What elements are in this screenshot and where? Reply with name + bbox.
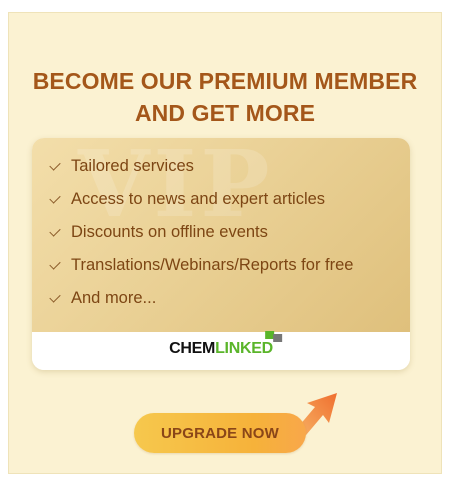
check-icon: [48, 291, 63, 306]
benefits-area: VIP Tailored services Access to news and…: [32, 138, 410, 332]
benefit-text: Translations/Webinars/Reports for free: [71, 256, 354, 274]
check-icon: [48, 225, 63, 240]
check-icon: [48, 159, 63, 174]
logo-strip: CHEMLINKED: [32, 331, 410, 370]
vip-benefits-card: VIP Tailored services Access to news and…: [32, 138, 410, 370]
benefit-item: Access to news and expert articles: [48, 183, 353, 216]
headline-line-1: BECOME OUR PREMIUM MEMBER: [32, 68, 418, 94]
benefit-item: Discounts on offline events: [48, 216, 353, 249]
benefit-item: Translations/Webinars/Reports for free: [48, 249, 353, 282]
logo-mark-icon: [264, 331, 283, 342]
headline-line-2: AND GET MORE: [134, 100, 316, 126]
benefit-text: And more...: [71, 289, 157, 307]
check-icon: [48, 192, 63, 207]
upgrade-now-button[interactable]: UPGRADE NOW: [134, 413, 306, 453]
benefits-list: Tailored services Access to news and exp…: [48, 150, 353, 315]
check-icon: [48, 258, 63, 273]
benefit-item: Tailored services: [48, 150, 353, 183]
chemlinked-logo: CHEMLINKED: [169, 331, 282, 358]
logo-text-chem: CHEM: [169, 340, 216, 357]
benefit-text: Tailored services: [71, 157, 194, 175]
benefit-text: Access to news and expert articles: [71, 190, 326, 208]
benefit-text: Discounts on offline events: [71, 223, 268, 241]
promo-headline: BECOME OUR PREMIUM MEMBER AND GET MORE: [9, 65, 441, 129]
benefit-item: And more...: [48, 282, 353, 315]
logo-text-linked: LINKED: [215, 340, 273, 357]
